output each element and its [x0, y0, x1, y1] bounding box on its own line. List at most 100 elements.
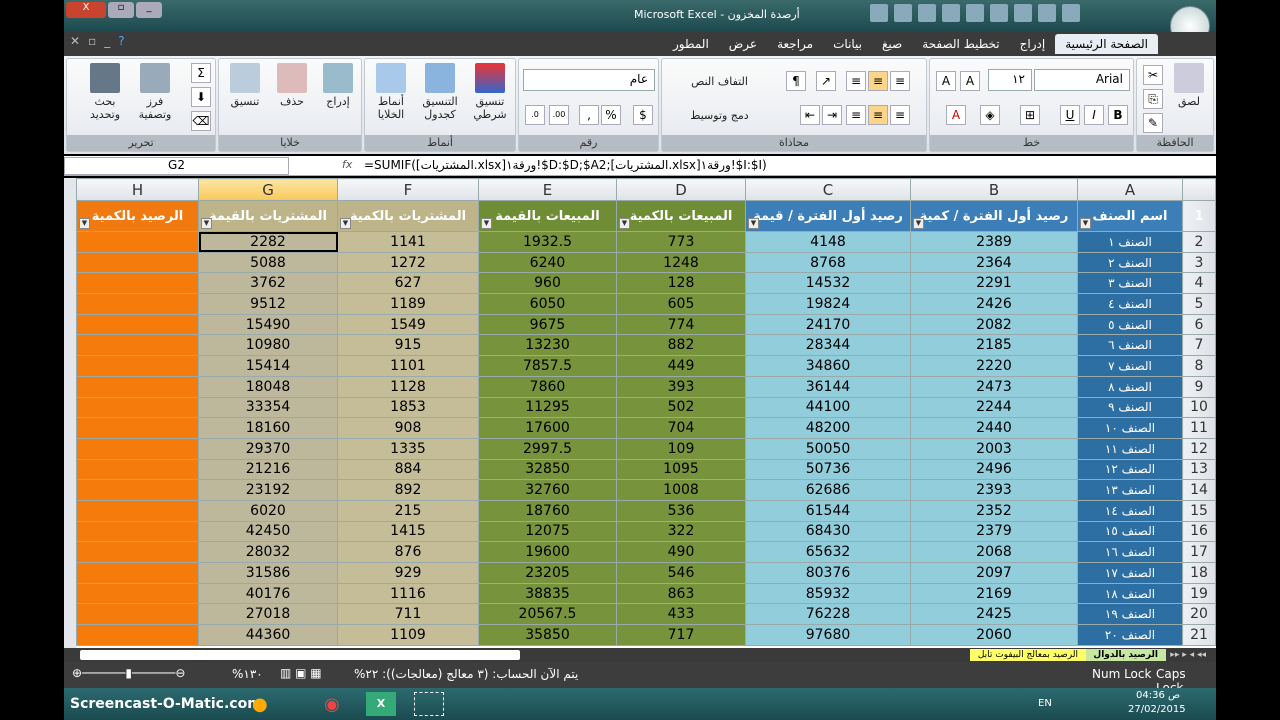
- font-name-select[interactable]: Arial: [1034, 69, 1130, 91]
- cell-G21[interactable]: 44360: [198, 624, 338, 646]
- cell-E16[interactable]: 12075: [478, 520, 617, 543]
- cell-H6[interactable]: [76, 313, 199, 336]
- align-right-icon[interactable]: ≡: [890, 105, 910, 125]
- row-header[interactable]: 15: [1182, 499, 1216, 522]
- sort-desc-icon[interactable]: [942, 4, 960, 22]
- cell-F17[interactable]: 876: [337, 541, 479, 563]
- cell-D16[interactable]: 322: [616, 520, 746, 543]
- align-middle-icon[interactable]: ≡: [868, 71, 888, 91]
- cell-C21[interactable]: 97680: [745, 624, 911, 646]
- cell-B19[interactable]: 2169: [910, 582, 1078, 605]
- table-icon[interactable]: [1062, 4, 1080, 22]
- copy-icon[interactable]: ⎘: [1143, 89, 1163, 109]
- cell-B10[interactable]: 2244: [910, 396, 1078, 419]
- cell-C17[interactable]: 65632: [745, 541, 911, 563]
- cell-C7[interactable]: 28344: [745, 334, 911, 357]
- format-as-table-button[interactable]: التنسيق كجدول: [415, 63, 465, 121]
- cell-F11[interactable]: 908: [337, 417, 479, 439]
- number-format-select[interactable]: عام: [523, 69, 655, 91]
- row-header[interactable]: 19: [1182, 582, 1216, 605]
- bold-button[interactable]: B: [1108, 105, 1128, 125]
- clock-time[interactable]: 04:36 ص: [1136, 690, 1180, 701]
- cell-C20[interactable]: 76228: [745, 603, 911, 626]
- cell-H11[interactable]: [76, 417, 199, 439]
- cell-E2[interactable]: 1932.5: [478, 231, 617, 253]
- help-icon[interactable]: ?: [118, 34, 124, 48]
- clear-icon[interactable]: ⌫: [191, 111, 211, 131]
- cell-F21[interactable]: 1109: [337, 624, 479, 646]
- cell-D4[interactable]: 128: [616, 272, 746, 295]
- chrome-icon[interactable]: ◉: [324, 694, 340, 715]
- font-color-icon[interactable]: A: [946, 105, 966, 125]
- cell-G15[interactable]: 6020: [198, 499, 338, 522]
- font-size-select[interactable]: ١٢: [988, 69, 1032, 91]
- rtl-icon[interactable]: ¶: [786, 71, 806, 91]
- cell-A19[interactable]: الصنف ١٨: [1077, 582, 1183, 605]
- cell-D18[interactable]: 546: [616, 562, 746, 584]
- filter-dropdown-icon[interactable]: ▼: [748, 218, 759, 229]
- tab-2[interactable]: تخطيط الصفحة: [912, 34, 1009, 54]
- cell-D12[interactable]: 109: [616, 437, 746, 460]
- cell-E5[interactable]: 6050: [478, 293, 617, 315]
- row-header[interactable]: 4: [1182, 272, 1216, 295]
- cell-H4[interactable]: [76, 272, 199, 295]
- cell-H13[interactable]: [76, 458, 199, 481]
- tab-5[interactable]: مراجعة: [767, 34, 823, 54]
- increase-indent-icon[interactable]: ⇥: [822, 105, 842, 125]
- autosum-button[interactable]: Σ: [191, 63, 211, 83]
- row-header[interactable]: 17: [1182, 541, 1216, 563]
- minimize-workbook-icon[interactable]: _: [104, 34, 110, 48]
- cell-C10[interactable]: 44100: [745, 396, 911, 419]
- cell-F10[interactable]: 1853: [337, 396, 479, 419]
- delete-cells-button[interactable]: حذف: [269, 63, 315, 108]
- row-header[interactable]: 14: [1182, 479, 1216, 501]
- cell-styles-button[interactable]: أنماط الخلايا: [367, 63, 415, 121]
- tab-6[interactable]: عرض: [719, 34, 767, 54]
- cell-D8[interactable]: 449: [616, 355, 746, 377]
- cell-C12[interactable]: 50050: [745, 437, 911, 460]
- sheet-tab-0[interactable]: الرصيد بالدوال: [1085, 649, 1166, 661]
- cell-B12[interactable]: 2003: [910, 437, 1078, 460]
- cell-B6[interactable]: 2082: [910, 313, 1078, 336]
- tab-7[interactable]: المطور: [663, 34, 719, 54]
- column-header-H[interactable]: H: [76, 178, 199, 201]
- cell-C8[interactable]: 34860: [745, 355, 911, 377]
- cell-B4[interactable]: 2291: [910, 272, 1078, 295]
- cell-A11[interactable]: الصنف ١٠: [1077, 417, 1183, 439]
- cell-A4[interactable]: الصنف ٣: [1077, 272, 1183, 295]
- cell-G4[interactable]: 3762: [198, 272, 338, 295]
- cell-A5[interactable]: الصنف ٤: [1077, 293, 1183, 315]
- cell-A13[interactable]: الصنف ١٢: [1077, 458, 1183, 481]
- cell-F5[interactable]: 1189: [337, 293, 479, 315]
- tab-4[interactable]: بيانات: [823, 34, 872, 54]
- filter-dropdown-icon[interactable]: ▼: [79, 218, 90, 229]
- cell-B18[interactable]: 2097: [910, 562, 1078, 584]
- format-painter-icon[interactable]: ✎: [1143, 113, 1163, 133]
- filter-dropdown-icon[interactable]: ▼: [1080, 218, 1091, 229]
- column-header-C[interactable]: C: [745, 178, 911, 201]
- cell-H9[interactable]: [76, 375, 199, 398]
- cell-B21[interactable]: 2060: [910, 624, 1078, 646]
- shrink-font-icon[interactable]: A: [960, 71, 980, 91]
- cell-G3[interactable]: 5088: [198, 251, 338, 274]
- restore-workbook-icon[interactable]: ▫: [88, 34, 96, 48]
- cell-H2[interactable]: [76, 231, 199, 253]
- cell-G19[interactable]: 40176: [198, 582, 338, 605]
- filter-dropdown-icon[interactable]: ▼: [481, 218, 492, 229]
- cell-C6[interactable]: 24170: [745, 313, 911, 336]
- cell-F4[interactable]: 627: [337, 272, 479, 295]
- save-icon[interactable]: [870, 4, 888, 22]
- cell-H3[interactable]: [76, 251, 199, 274]
- minimize-button[interactable]: _: [136, 2, 162, 18]
- cell-B2[interactable]: 2389: [910, 231, 1078, 253]
- zoom-level[interactable]: %١٣٠: [232, 667, 263, 681]
- column-header-B[interactable]: B: [910, 178, 1078, 201]
- cell-D10[interactable]: 502: [616, 396, 746, 419]
- fill-icon[interactable]: ⬇: [191, 87, 211, 107]
- conditional-format-button[interactable]: تنسيق شرطي: [465, 63, 515, 121]
- cell-E13[interactable]: 32850: [478, 458, 617, 481]
- cell-F20[interactable]: 711: [337, 603, 479, 626]
- tab-1[interactable]: إدراج: [1010, 34, 1056, 54]
- app-icon[interactable]: ●: [252, 694, 268, 715]
- cell-H21[interactable]: [76, 624, 199, 646]
